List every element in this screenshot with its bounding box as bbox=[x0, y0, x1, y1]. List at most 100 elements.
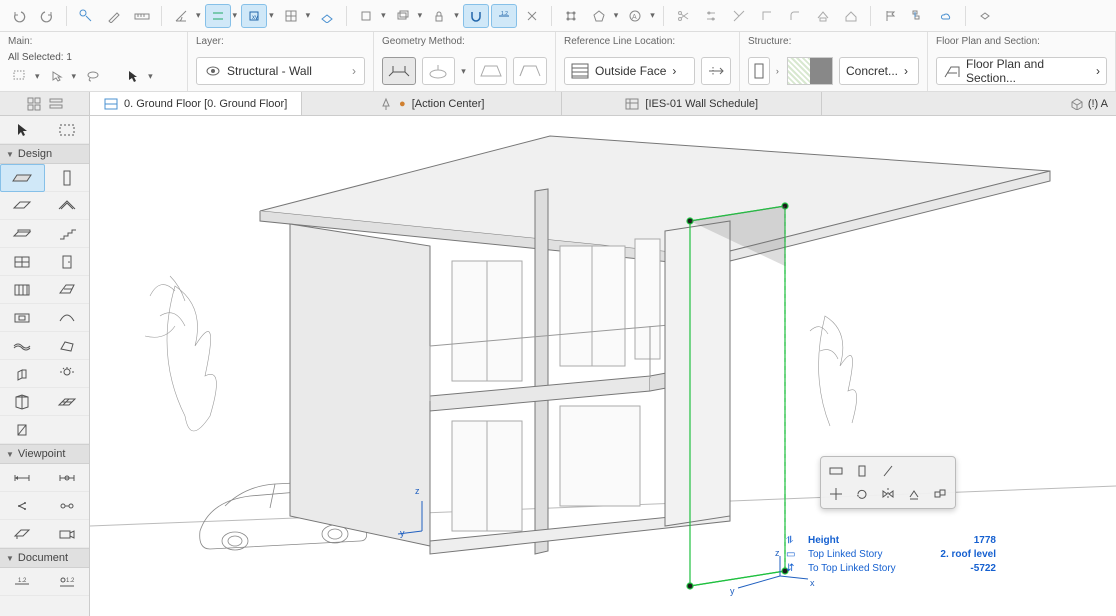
lasso-icon[interactable] bbox=[81, 65, 105, 87]
pet-rotate-icon[interactable] bbox=[851, 484, 873, 504]
sidebar-viewpoint-header[interactable]: ▼Viewpoint bbox=[0, 444, 89, 464]
dim-tool-icon[interactable]: 1.2 bbox=[0, 568, 45, 596]
roof-tool-icon[interactable] bbox=[45, 192, 90, 220]
pet-move-icon[interactable] bbox=[825, 484, 847, 504]
arrow-cursor-icon[interactable] bbox=[121, 65, 145, 87]
chevron-down-icon[interactable]: ▾ bbox=[194, 10, 203, 21]
elevation-tool-icon[interactable] bbox=[45, 464, 90, 492]
chevron-down-icon[interactable]: ▾ bbox=[231, 10, 240, 21]
worksheet-tool-icon[interactable] bbox=[0, 520, 45, 548]
cloud-icon[interactable] bbox=[933, 4, 959, 28]
beam-tool-icon[interactable] bbox=[0, 220, 45, 248]
chevron-down-icon[interactable]: ▾ bbox=[70, 71, 79, 82]
shell-tool-icon[interactable] bbox=[45, 304, 90, 332]
skylight-tool-icon[interactable] bbox=[45, 276, 90, 304]
redo-icon[interactable] bbox=[34, 4, 60, 28]
select-rect-icon[interactable] bbox=[8, 65, 32, 87]
wall-tool-icon[interactable] bbox=[0, 164, 45, 192]
perp-coord-icon[interactable]: xy bbox=[241, 4, 267, 28]
door-tool-icon[interactable] bbox=[45, 248, 90, 276]
pet-stretch-icon[interactable] bbox=[825, 461, 847, 481]
grid-3d-tool-icon[interactable] bbox=[45, 388, 90, 416]
grid-icon[interactable] bbox=[278, 4, 304, 28]
chevron-down-icon[interactable]: ▾ bbox=[146, 71, 155, 82]
list-view-icon[interactable] bbox=[49, 97, 63, 111]
lock-icon[interactable] bbox=[426, 4, 452, 28]
geom-straight-icon[interactable] bbox=[382, 57, 416, 85]
object-tool-icon[interactable] bbox=[0, 360, 45, 388]
snap-magnet-icon[interactable] bbox=[463, 4, 489, 28]
pet-extrude-icon[interactable] bbox=[851, 461, 873, 481]
pet-slant-icon[interactable] bbox=[877, 461, 899, 481]
lamp-tool-icon[interactable] bbox=[45, 360, 90, 388]
poly-icon[interactable] bbox=[586, 4, 612, 28]
parallel-icon[interactable] bbox=[205, 4, 231, 28]
roof-icon[interactable] bbox=[810, 4, 836, 28]
sheet-icon[interactable] bbox=[972, 4, 998, 28]
struct-material-swatch[interactable] bbox=[787, 57, 833, 85]
camera-tool-icon[interactable] bbox=[45, 520, 90, 548]
pet-mirror-icon[interactable] bbox=[877, 484, 899, 504]
railing-tool-icon[interactable] bbox=[0, 416, 45, 444]
marquee-tool-icon[interactable] bbox=[45, 116, 90, 144]
mesh-tool-icon[interactable] bbox=[0, 332, 45, 360]
interior-tool-icon[interactable] bbox=[0, 492, 45, 520]
stack-icon[interactable] bbox=[390, 4, 416, 28]
chevron-down-icon[interactable]: ▾ bbox=[379, 10, 388, 21]
corner-icon[interactable] bbox=[754, 4, 780, 28]
snap-plane-icon[interactable] bbox=[314, 4, 340, 28]
curtain-tool-icon[interactable] bbox=[0, 276, 45, 304]
grid-view-icon[interactable] bbox=[27, 97, 41, 111]
floor-dropdown[interactable]: Floor Plan and Section... › bbox=[936, 57, 1107, 85]
chevron-right-icon[interactable]: › bbox=[774, 66, 781, 76]
slab-tool-icon[interactable] bbox=[0, 192, 45, 220]
measure-icon[interactable] bbox=[73, 4, 99, 28]
chevron-down-icon[interactable]: ▾ bbox=[33, 71, 42, 82]
trace-icon[interactable] bbox=[353, 4, 379, 28]
geom-poly-icon[interactable] bbox=[513, 57, 547, 85]
adjust-icon[interactable] bbox=[698, 4, 724, 28]
struct-basic-icon[interactable] bbox=[748, 57, 770, 85]
tab-action-center[interactable]: ● [Action Center] bbox=[302, 92, 562, 115]
struct-dropdown[interactable]: Concret... › bbox=[839, 57, 919, 85]
tab-wall-schedule[interactable]: [IES-01 Wall Schedule] bbox=[562, 92, 822, 115]
pet-elevate-icon[interactable] bbox=[903, 484, 925, 504]
chevron-down-icon[interactable]: ▾ bbox=[612, 10, 621, 21]
sidebar-document-header[interactable]: ▼Document bbox=[0, 548, 89, 568]
chevron-down-icon[interactable]: ▾ bbox=[648, 10, 657, 21]
morph-tool-icon[interactable] bbox=[45, 332, 90, 360]
select-arrow-icon[interactable] bbox=[45, 65, 69, 87]
chevron-down-icon[interactable]: ▾ bbox=[459, 66, 468, 77]
pet-multiply-icon[interactable] bbox=[929, 484, 951, 504]
circle-a-icon[interactable]: A bbox=[622, 4, 648, 28]
opening-tool-icon[interactable] bbox=[0, 304, 45, 332]
chevron-down-icon[interactable]: ▾ bbox=[416, 10, 425, 21]
cross-icon[interactable] bbox=[519, 4, 545, 28]
geom-trapezoid-icon[interactable] bbox=[474, 57, 508, 85]
scissors-icon[interactable] bbox=[670, 4, 696, 28]
level-dim-tool-icon[interactable]: 1.2 bbox=[45, 568, 90, 596]
group-icon[interactable] bbox=[558, 4, 584, 28]
dim-tool-icon[interactable]: 1.2 bbox=[491, 4, 517, 28]
refline-dropdown[interactable]: Outside Face › bbox=[564, 57, 695, 85]
tree-icon[interactable] bbox=[905, 4, 931, 28]
tab-overflow[interactable]: (!) A bbox=[822, 92, 1116, 115]
angle-icon[interactable] bbox=[168, 4, 194, 28]
zone-tool-icon[interactable] bbox=[0, 388, 45, 416]
house-icon[interactable] bbox=[838, 4, 864, 28]
window-tool-icon[interactable] bbox=[0, 248, 45, 276]
section-tool-icon[interactable] bbox=[0, 464, 45, 492]
flag-icon[interactable] bbox=[877, 4, 903, 28]
ref-flip-icon[interactable] bbox=[701, 57, 731, 85]
tab-ground-floor[interactable]: 0. Ground Floor [0. Ground Floor] bbox=[90, 92, 302, 115]
chevron-down-icon[interactable]: ▾ bbox=[452, 10, 461, 21]
chevron-down-icon[interactable]: ▾ bbox=[267, 10, 276, 21]
arrow-tool-icon[interactable] bbox=[0, 116, 45, 144]
undo-icon[interactable] bbox=[6, 4, 32, 28]
dropper-icon[interactable] bbox=[101, 4, 127, 28]
column-tool-icon[interactable] bbox=[45, 164, 90, 192]
layer-dropdown[interactable]: Structural - Wall › bbox=[196, 57, 365, 85]
stair-tool-icon[interactable] bbox=[45, 220, 90, 248]
fillet-icon[interactable] bbox=[782, 4, 808, 28]
sidebar-design-header[interactable]: ▼Design bbox=[0, 144, 89, 164]
